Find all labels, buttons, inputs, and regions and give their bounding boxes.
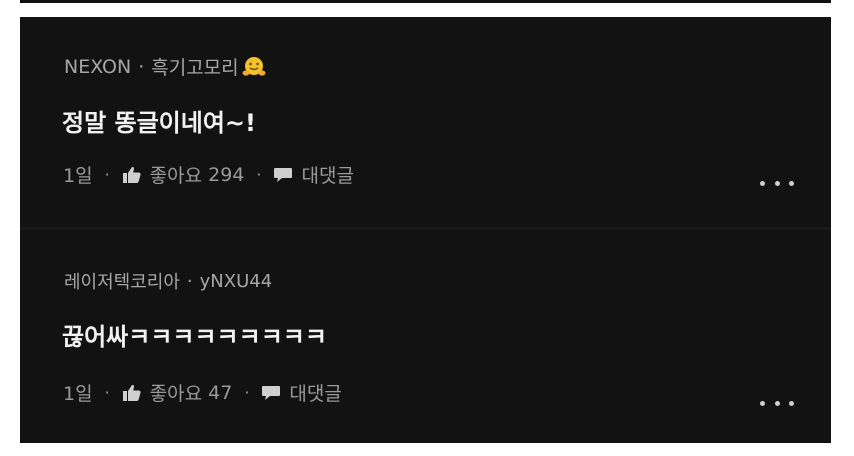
- comment-author-line[interactable]: NEXON · 흑기고모리: [64, 53, 266, 80]
- comment-meta: 1일 · 좋아요 294 · 대댓글: [63, 161, 354, 188]
- meta-separator: ·: [256, 165, 262, 184]
- author-name: 레이저텍코리아: [64, 272, 180, 293]
- thumbs-up-icon[interactable]: [122, 166, 142, 184]
- comment-text: 정말 똥글이네여~!: [62, 109, 256, 137]
- comment-divider: [20, 227, 831, 230]
- top-divider: [20, 0, 831, 3]
- comments-panel: NEXON · 흑기고모리 정말 똥글이네여~! 1일 · 좋아요 294 ·: [20, 17, 831, 443]
- like-label[interactable]: 좋아요: [150, 379, 202, 406]
- author-separator: ·: [138, 55, 145, 78]
- meta-separator: ·: [104, 383, 110, 402]
- author-handle: yNXU44: [199, 270, 273, 292]
- meta-separator: ·: [244, 383, 250, 402]
- more-options-icon[interactable]: [760, 399, 794, 407]
- like-label[interactable]: 좋아요: [150, 161, 202, 188]
- thumbs-up-icon[interactable]: [122, 384, 142, 402]
- author-name: NEXON: [64, 55, 132, 78]
- comment-time: 1일: [63, 383, 93, 405]
- reply-label[interactable]: 대댓글: [301, 161, 353, 188]
- more-options-icon[interactable]: [760, 179, 794, 187]
- comment-item: NEXON · 흑기고모리 정말 똥글이네여~! 1일 · 좋아요 294 ·: [20, 17, 831, 227]
- hugging-face-icon: [242, 56, 266, 76]
- meta-separator: ·: [104, 165, 110, 184]
- like-count: 294: [208, 163, 245, 186]
- reply-bubble-icon[interactable]: [273, 166, 293, 184]
- comment-time: 1일: [63, 165, 93, 187]
- comment-item: 레이저텍코리아 · yNXU44 끊어싸ㅋㅋㅋㅋㅋㅋㅋㅋㅋ 1일 · 좋아요 4…: [20, 231, 831, 443]
- author-separator: ·: [186, 270, 193, 292]
- comment-text: 끊어싸ㅋㅋㅋㅋㅋㅋㅋㅋㅋ: [62, 323, 327, 351]
- like-count: 47: [208, 381, 233, 404]
- reply-bubble-icon[interactable]: [261, 384, 281, 402]
- author-handle: 흑기고모리: [151, 57, 239, 79]
- comment-meta: 1일 · 좋아요 47 · 대댓글: [63, 379, 342, 406]
- comment-author-line[interactable]: 레이저텍코리아 · yNXU44: [64, 268, 272, 294]
- reply-label[interactable]: 대댓글: [289, 379, 341, 406]
